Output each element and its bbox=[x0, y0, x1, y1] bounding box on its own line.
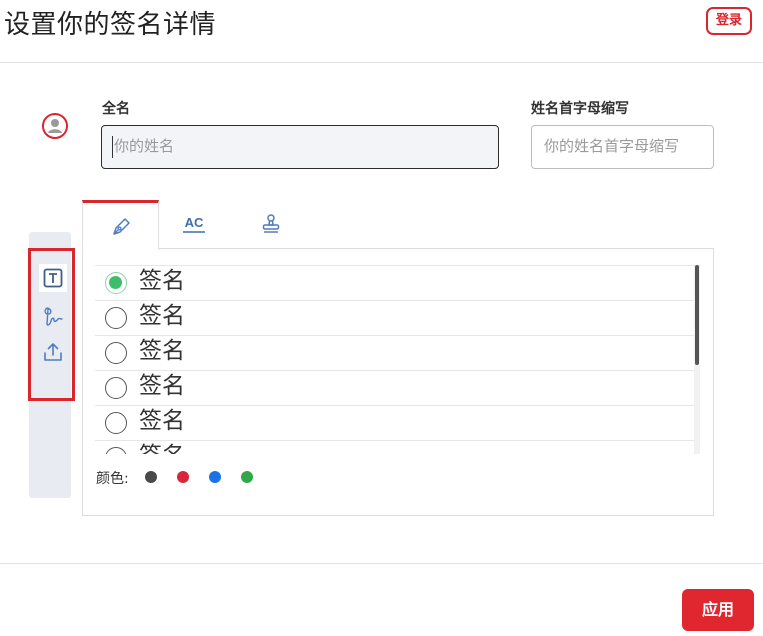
signature-option[interactable]: 签名 bbox=[95, 336, 697, 371]
text-caret bbox=[112, 136, 113, 158]
signature-details-page: 设置你的签名详情 登录 全名 你的姓名 姓名首字母缩写 你的姓名首字母缩写 AC… bbox=[0, 0, 763, 636]
tab-type-signature[interactable] bbox=[82, 200, 159, 250]
signature-option[interactable]: 签名 bbox=[95, 371, 697, 406]
user-avatar-icon bbox=[42, 113, 68, 139]
signature-preview: 签名 bbox=[139, 441, 185, 454]
color-swatch-red[interactable] bbox=[177, 471, 189, 483]
color-swatch-dark[interactable] bbox=[145, 471, 157, 483]
tab-initials[interactable]: AC bbox=[155, 200, 232, 248]
list-scrollbar[interactable] bbox=[694, 265, 700, 454]
header-divider bbox=[0, 62, 763, 63]
signature-preview: 签名 bbox=[139, 338, 185, 364]
full-name-label: 全名 bbox=[102, 101, 130, 117]
radio-unselected[interactable] bbox=[105, 377, 127, 399]
login-button[interactable]: 登录 bbox=[706, 7, 752, 35]
stamp-icon bbox=[262, 214, 279, 233]
svg-text:AC: AC bbox=[184, 215, 203, 230]
initials-input[interactable]: 你的姓名首字母缩写 bbox=[531, 125, 714, 169]
initials-label: 姓名首字母缩写 bbox=[531, 101, 629, 117]
signature-style-list[interactable]: 签名 签名 签名 签名 签名 签名 bbox=[95, 265, 701, 454]
radio-unselected[interactable] bbox=[105, 447, 127, 454]
side-toolbar-highlight bbox=[28, 248, 75, 401]
signature-option[interactable]: 签名 bbox=[95, 266, 697, 301]
radio-unselected[interactable] bbox=[105, 342, 127, 364]
signature-option[interactable]: 签名 bbox=[95, 441, 697, 454]
radio-unselected[interactable] bbox=[105, 412, 127, 434]
signature-option[interactable]: 签名 bbox=[95, 301, 697, 336]
signature-preview: 签名 bbox=[139, 268, 185, 294]
color-swatch-blue[interactable] bbox=[209, 471, 221, 483]
initials-ac-icon: AC bbox=[182, 215, 205, 233]
signature-preview: 签名 bbox=[139, 408, 185, 434]
scrollbar-thumb[interactable] bbox=[695, 265, 699, 365]
signature-preview: 签名 bbox=[139, 373, 185, 399]
full-name-input[interactable]: 你的姓名 bbox=[101, 125, 499, 169]
tab-stamp[interactable] bbox=[232, 200, 309, 248]
signature-option[interactable]: 签名 bbox=[95, 406, 697, 441]
radio-unselected[interactable] bbox=[105, 307, 127, 329]
apply-button[interactable]: 应用 bbox=[682, 589, 754, 631]
signature-preview: 签名 bbox=[139, 303, 185, 329]
pen-icon bbox=[112, 217, 130, 235]
color-swatch-green[interactable] bbox=[241, 471, 253, 483]
page-title: 设置你的签名详情 bbox=[4, 10, 217, 40]
footer-divider bbox=[0, 563, 763, 564]
color-label: 颜色: bbox=[96, 471, 129, 487]
radio-selected[interactable] bbox=[105, 272, 127, 294]
